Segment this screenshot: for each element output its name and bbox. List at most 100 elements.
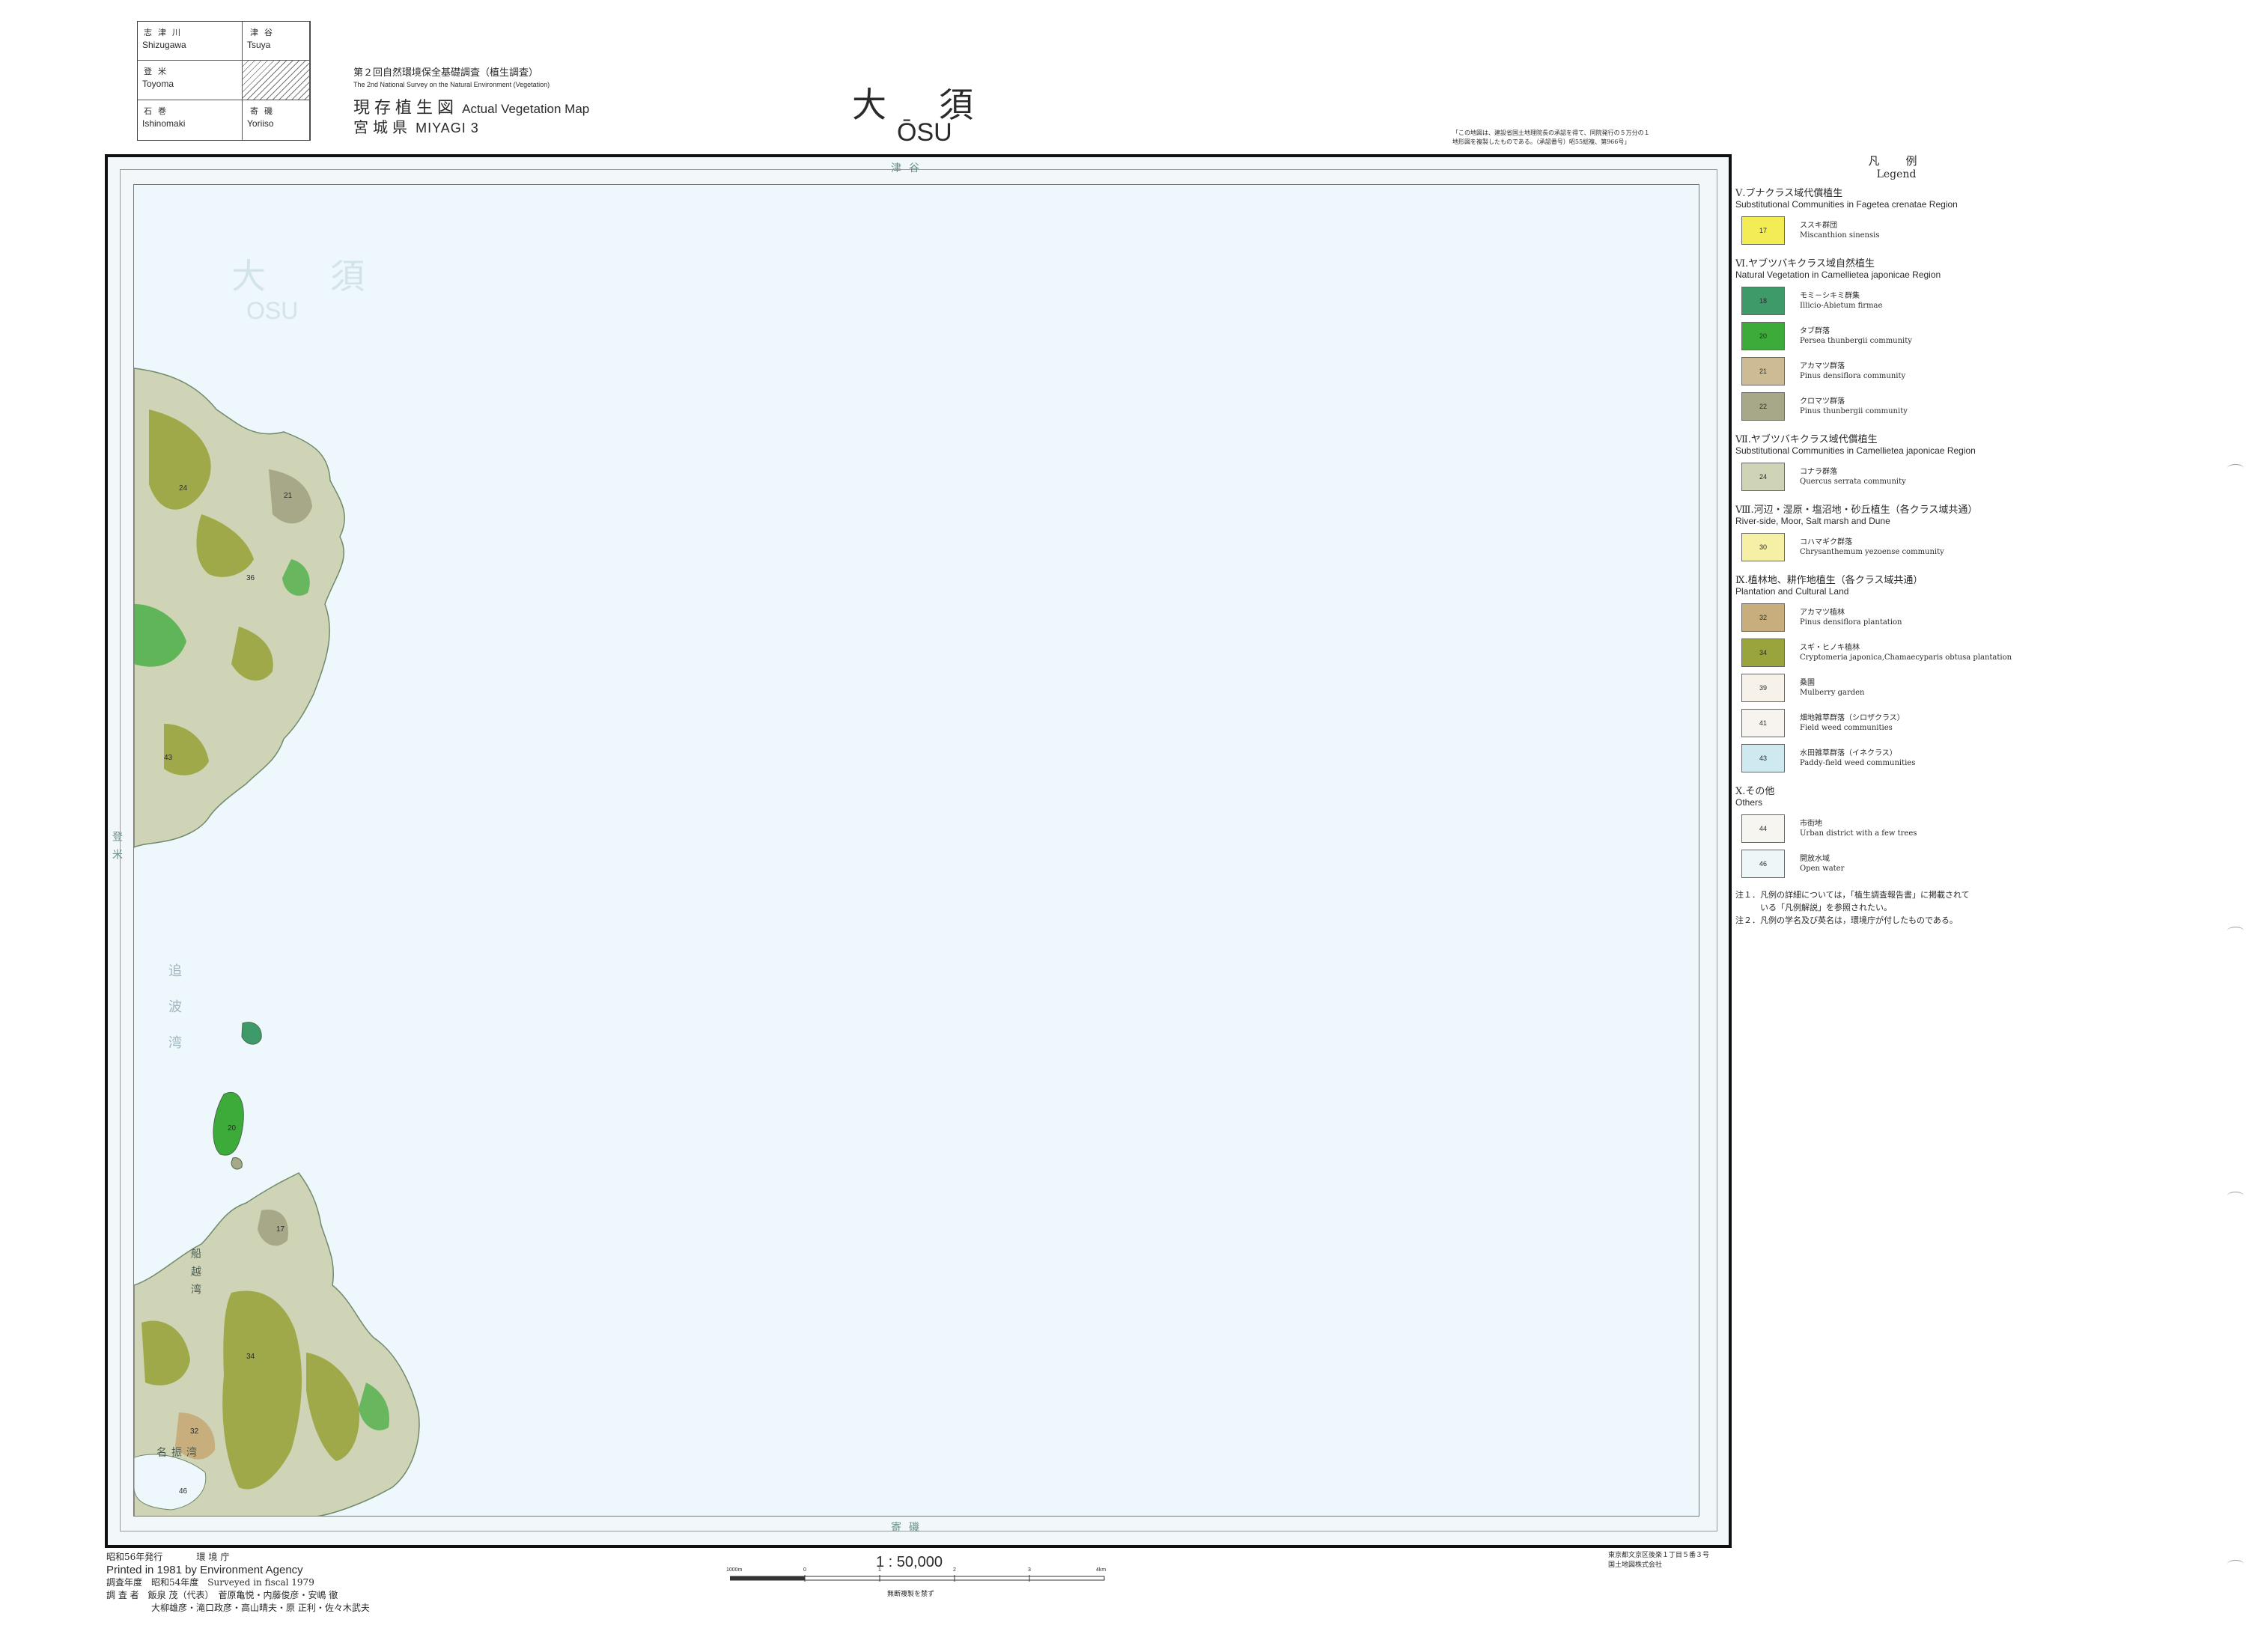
- printed-en: Printed in 1981 by Environment Agency: [106, 1564, 303, 1576]
- legend-swatch: 43: [1741, 744, 1785, 772]
- legend-item-jp: コハマギク群落: [1800, 538, 1852, 546]
- legend-swatch: 34: [1741, 638, 1785, 667]
- binder-mark: [2227, 464, 2244, 472]
- island: [231, 1157, 243, 1170]
- legend-item-jp: スギ・ヒノキ植林: [1800, 644, 1860, 652]
- legend-swatch: 39: [1741, 674, 1785, 702]
- legend-item: 44 市街地 Urban district with a few trees: [1741, 814, 2057, 843]
- scale-tick: 3: [1028, 1567, 1031, 1573]
- legend-section-title-en: Substitutional Communities in Fagetea cr…: [1735, 199, 1958, 210]
- legend-item: 20 タブ群落 Persea thunbergii community: [1741, 322, 2057, 350]
- survey-title-en: The 2nd National Survey on the Natural E…: [353, 81, 550, 88]
- binder-mark: [2227, 1192, 2244, 1200]
- legend-item-en: Quercus serrata community: [1800, 478, 1906, 486]
- legend-swatch: 24: [1741, 463, 1785, 491]
- veg-code: 17: [276, 1225, 285, 1234]
- legend-section: Ⅴ.ブナクラス域代償植生 Substitutional Communities i…: [1735, 185, 2057, 245]
- prefecture-line: 宮城県 MIYAGI 3: [353, 115, 479, 137]
- legend-section-number: Ⅷ.: [1735, 505, 1754, 516]
- prefecture-en: MIYAGI 3: [416, 121, 479, 135]
- place-label: 追波湾: [166, 963, 182, 1071]
- survey-year: 調査年度 昭和54年度 Surveyed in fiscal 1979: [106, 1577, 314, 1588]
- legend-section-title-jp: その他: [1745, 786, 1775, 797]
- legend-item: 30 コハマギク群落 Chrysanthemum yezoense communit…: [1741, 533, 2057, 561]
- legend-item: 41 畑地雑草群落（シロザクラス） Field weed communities: [1741, 709, 2057, 737]
- surveyors-1: 調 査 者 飯泉 茂（代表） 菅原亀悦・内藤俊彦・安嶋 徹: [106, 1590, 338, 1600]
- legend: 凡 例 Legend Ⅴ.ブナクラス域代償植生 Substitutional Co…: [1735, 153, 2057, 927]
- veg-code: 34: [246, 1353, 255, 1361]
- publisher-block: 昭和56年発行 環境庁 Printed in 1981 by Environme…: [106, 1549, 370, 1615]
- ghost-title-jp: 大 須: [231, 256, 380, 296]
- legend-item: 17 ススキ群団 Miscanthion sinensis: [1741, 216, 2057, 245]
- legend-title: 凡 例 Legend: [1868, 154, 1925, 180]
- legend-swatch: 32: [1741, 603, 1785, 632]
- legend-section: Ⅶ.ヤブツバキクラス域代償植生 Substitutional Communitie…: [1735, 431, 2057, 491]
- legend-section-title-jp: ヤブツバキクラス域自然植生: [1748, 258, 1875, 269]
- legend-item: 32 アカマツ植林 Pinus densiflora plantation: [1741, 603, 2057, 632]
- binder-mark: [2227, 927, 2244, 935]
- scale-label: 1 : 50,000: [876, 1554, 943, 1570]
- veg-code: 46: [179, 1487, 188, 1496]
- copyright-note: 「この地図は、建設省国土地理院長の承認を得て、同院発行の５万分の１ 地形図を複製…: [1452, 129, 1650, 145]
- neighbour-label-top: 津谷: [891, 162, 927, 174]
- legend-item-jp: 水田雑草群落（イネクラス）: [1800, 749, 1897, 758]
- neighbour-label-left: 登米: [111, 831, 123, 867]
- legend-section-heading: Ⅴ.ブナクラス域代償植生: [1735, 185, 2057, 199]
- legend-swatch: 21: [1741, 357, 1785, 385]
- legend-item: 43 水田雑草群落（イネクラス） Paddy-field weed communit…: [1741, 744, 2057, 772]
- legend-item-en: Illicio-Abietum firmae: [1800, 302, 1883, 310]
- legend-item-jp: コナラ群落: [1800, 468, 1837, 476]
- scale-tick: 0: [803, 1567, 806, 1573]
- legend-swatch: 41: [1741, 709, 1785, 737]
- legend-swatch: 44: [1741, 814, 1785, 843]
- index-cell: 志津川 Shizugawa: [138, 22, 243, 61]
- index-cell: 寄磯 Yoriiso: [243, 100, 310, 140]
- legend-section-heading: Ⅸ.植林地、耕作地植生（各クラス域共通）: [1735, 572, 2057, 586]
- map-area: 大 須 OSU 追波湾 船越湾 名振湾 24 36 34 20 43 46 32…: [133, 184, 1699, 1517]
- legend-notes: 注１．凡例の詳細については，「植生調査報告書」に掲載されて いる「凡例解説」を参…: [1735, 890, 1970, 925]
- coastline-map: [134, 368, 420, 1516]
- legend-item: 34 スギ・ヒノキ植林 Cryptomeria japonica,Chamaecyp…: [1741, 638, 2057, 667]
- legend-swatch: 46: [1741, 850, 1785, 878]
- island: [241, 1022, 262, 1045]
- legend-section-title-en: River-side, Moor, Salt marsh and Dune: [1735, 516, 1890, 526]
- legend-section-title-en: Natural Vegetation in Camellietea japoni…: [1735, 269, 1941, 280]
- place-label: 船越湾: [189, 1248, 201, 1302]
- veg-code: 43: [164, 754, 173, 762]
- legend-item-en: Pinus densiflora community: [1800, 372, 1906, 380]
- pub-date: 昭和56年発行: [106, 1552, 163, 1562]
- legend-item-en: Cryptomeria japonica,Chamaecyparis obtus…: [1800, 653, 2012, 662]
- map-type-en: Actual Vegetation Map: [462, 102, 590, 116]
- legend-item: 24 コナラ群落 Quercus serrata community: [1741, 463, 2057, 491]
- sheet-title-en: ŌSU: [897, 118, 952, 147]
- place-label: 名振湾: [156, 1447, 201, 1459]
- legend-section: Ⅸ.植林地、耕作地植生（各クラス域共通） Plantation and Cultu…: [1735, 572, 2057, 772]
- veg-code: 21: [284, 492, 293, 500]
- legend-item-jp: アカマツ植林: [1800, 609, 1845, 617]
- legend-section: Ⅷ.河辺・湿原・塩沼地・砂丘植生（各クラス域共通） River-side, Moo…: [1735, 502, 2057, 561]
- scale-tick: 1: [878, 1567, 881, 1573]
- legend-item-jp: ススキ群団: [1800, 222, 1837, 230]
- legend-section-title-jp: 植林地、耕作地植生（各クラス域共通）: [1747, 575, 1923, 586]
- legend-section-number: Ⅶ.: [1735, 434, 1751, 445]
- index-cell: 登米 Toyoma: [138, 61, 243, 100]
- legend-sections: Ⅴ.ブナクラス域代償植生 Substitutional Communities i…: [1735, 185, 2057, 878]
- legend-item-jp: アカマツ群落: [1800, 362, 1845, 371]
- scale-tick: 4km: [1096, 1567, 1107, 1573]
- legend-item-en: Miscanthion sinensis: [1800, 231, 1880, 240]
- survey-title-jp: 第２回自然環境保全基礎調査（植生調査）: [353, 67, 539, 79]
- legend-section-number: Ⅹ.: [1735, 786, 1746, 797]
- legend-item-jp: 開放水域: [1800, 855, 1830, 863]
- agency-jp: 環境庁: [196, 1552, 233, 1562]
- legend-item-en: Persea thunbergii community: [1800, 337, 1912, 345]
- veg-code: 36: [246, 574, 255, 582]
- legend-item-jp: クロマツ群落: [1800, 397, 1845, 406]
- legend-section-title-en: Others: [1735, 797, 1763, 808]
- legend-item: 39 桑園 Mulberry garden: [1741, 674, 2057, 702]
- legend-section-title-jp: 河辺・湿原・塩沼地・砂丘植生（各クラス域共通）: [1753, 505, 1978, 516]
- legend-section-number: Ⅸ.: [1735, 575, 1748, 586]
- legend-section-title-jp: ヤブツバキクラス域代償植生: [1750, 434, 1878, 445]
- legend-item-jp: 市街地: [1800, 820, 1822, 828]
- veg-code: 32: [190, 1427, 199, 1436]
- legend-item-en: Pinus thunbergii community: [1800, 407, 1908, 415]
